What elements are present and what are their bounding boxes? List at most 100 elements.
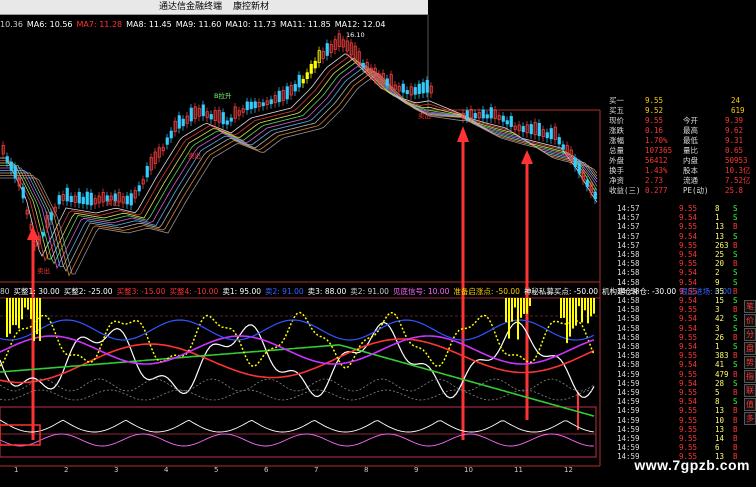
tick-cell: 9.55: [679, 240, 698, 250]
indicator-value: 神秘私募买点: -50.00: [523, 287, 599, 296]
quote-cell: 0.65: [725, 146, 744, 155]
tick-row: 14:58 9.55 3 B: [603, 305, 756, 314]
indicator-value: 卖2: 91.00: [350, 287, 389, 296]
tick-row: 14:58 9.55 383 B: [603, 351, 756, 360]
tick-cell: 15: [715, 296, 725, 305]
side-tab[interactable]: 联: [744, 384, 756, 397]
tick-cell: B: [733, 240, 738, 250]
quote-cell: 10.3亿: [725, 166, 751, 175]
tick-cell: S: [733, 204, 738, 213]
quote-cell: 0.16: [645, 126, 664, 135]
tick-cell: 9.55: [679, 369, 698, 379]
side-tab[interactable]: 盘: [744, 342, 756, 355]
tick-cell: 13: [715, 424, 725, 434]
tick-cell: 9.55: [679, 406, 698, 416]
quote-cell: 1.43%: [645, 166, 668, 175]
tick-cell: 13: [715, 222, 725, 232]
side-tab[interactable]: 多: [744, 412, 756, 425]
quote-cell: 今开: [683, 116, 698, 125]
high-price-label: 16.10: [346, 31, 365, 39]
tick-cell: 9.55: [679, 388, 698, 397]
tick-cell: 14:58: [617, 250, 640, 259]
quote-cell: 流通: [683, 176, 698, 185]
side-tab[interactable]: 价: [744, 314, 756, 327]
tick-row: 14:58 9.54 2 S: [603, 268, 756, 277]
tick-cell: S: [733, 342, 738, 351]
tick-cell: 14:58: [617, 259, 640, 269]
tick-cell: 14:58: [617, 277, 640, 287]
tick-cell: 9.54: [679, 213, 698, 223]
date-tick: 8: [364, 466, 369, 474]
quote-cell: 涨幅: [609, 136, 624, 145]
tick-cell: 5: [715, 388, 720, 397]
tick-cell: 25: [715, 250, 725, 259]
tick-row: 14:57 9.55 8 S: [603, 204, 756, 213]
side-tab[interactable]: 分: [744, 328, 756, 341]
quote-cell: 总量: [609, 146, 624, 155]
watermark: www.7gpzb.com: [634, 457, 750, 473]
tick-cell: B: [733, 434, 738, 443]
tick-cell: 9.55: [679, 222, 698, 232]
quote-cell: 买五: [609, 106, 624, 115]
quote-row: 买一 9.55 24: [603, 96, 756, 106]
quote-cell: 现价: [609, 116, 624, 125]
tick-cell: 14:57: [617, 204, 640, 213]
tick-cell: B: [733, 443, 738, 453]
tick-row: 14:58 9.54 42 S: [603, 314, 756, 323]
tick-row: 14:59 9.54 8 S: [603, 397, 756, 406]
tick-cell: 14:59: [617, 424, 640, 434]
tick-cell: 10: [715, 415, 725, 425]
quote-cell: 56412: [645, 156, 668, 165]
tick-cell: 9: [715, 277, 720, 287]
tick-cell: B: [733, 388, 738, 397]
side-tab[interactable]: 笔: [744, 300, 756, 313]
tick-cell: S: [733, 314, 738, 324]
tick-cell: B: [733, 406, 738, 416]
side-tab[interactable]: 指: [744, 370, 756, 383]
tick-cell: 8: [715, 204, 720, 213]
date-tick: 5: [214, 466, 219, 474]
tick-cell: 9.55: [679, 351, 698, 361]
tick-cell: 35: [715, 286, 725, 296]
quote-panel: 买一 9.55 24 买五 9.52 619 现价 9.55 今开 9.39 涨跌 0.16 最高 9.6…: [603, 96, 756, 466]
tick-cell: 26: [715, 332, 725, 342]
tick-cell: 9.55: [679, 259, 698, 269]
tick-cell: B: [733, 369, 738, 379]
tick-cell: 14:57: [617, 231, 640, 241]
quote-cell: 107365: [645, 146, 673, 155]
tick-cell: 14:58: [617, 332, 640, 342]
tick-cell: 14:59: [617, 388, 640, 397]
tick-row: 14:59 9.55 5 B: [603, 388, 756, 397]
tick-cell: 9.55: [679, 286, 698, 296]
quote-cell: 买一: [609, 96, 624, 105]
indicator-value: 卖3: 88.00: [307, 287, 347, 296]
date-tick: 11: [514, 466, 523, 474]
quote-cell: 收益(三): [609, 186, 641, 195]
tick-cell: 14:59: [617, 369, 640, 379]
side-tab[interactable]: 值: [744, 398, 756, 411]
tick-cell: 14:58: [617, 314, 640, 324]
tick-cell: 41: [715, 360, 725, 370]
indicator-value: 卖2: 91.00: [264, 287, 304, 296]
tick-cell: 28: [715, 378, 725, 388]
tick-cell: B: [733, 415, 738, 425]
tick-cell: S: [733, 268, 738, 278]
tick-cell: B: [733, 424, 738, 434]
tick-row: 14:58 9.54 25 S: [603, 250, 756, 259]
tick-cell: 9.55: [679, 424, 698, 434]
tick-cell: 263: [715, 240, 729, 250]
indicator-value: 买整4: -10.00: [169, 287, 219, 296]
quote-cell: 9.55: [645, 116, 664, 125]
quote-cell: 619: [731, 106, 745, 115]
tick-cell: B: [733, 351, 738, 361]
tick-cell: B: [733, 286, 738, 296]
side-tab[interactable]: 势: [744, 356, 756, 369]
quote-cell: 50953: [725, 156, 748, 165]
quote-row: 买五 9.52 619: [603, 106, 756, 116]
tick-cell: 9.55: [679, 443, 698, 453]
tick-cell: B: [733, 259, 738, 269]
tick-cell: 42: [715, 314, 725, 324]
quote-cell: 最低: [683, 136, 698, 145]
quote-row: 收益(三) 0.277 PE(动) 25.8: [603, 186, 756, 196]
sell-signal-label-4: 卖出: [418, 112, 431, 120]
